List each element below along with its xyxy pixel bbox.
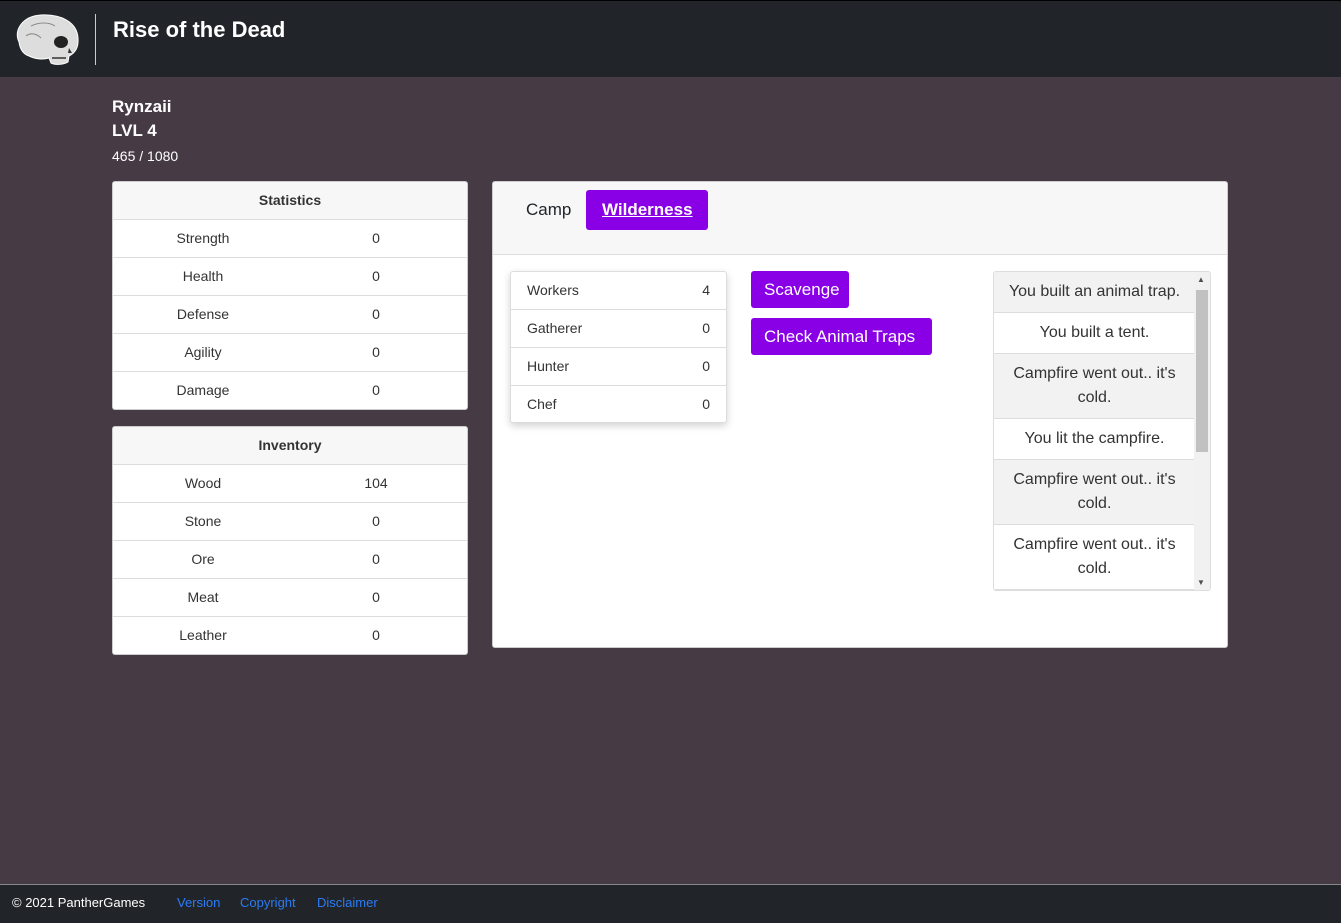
inventory-row-ore: Ore 0 (113, 541, 467, 579)
tab-wilderness[interactable]: Wilderness (586, 190, 708, 230)
worker-row-hunter[interactable]: Hunter 0 (511, 348, 726, 386)
inventory-row-leather: Leather 0 (113, 617, 467, 654)
top-navbar: Rise of the Dead (0, 0, 1341, 77)
tab-bar: Camp Wilderness (493, 182, 1227, 255)
footer-link-copyright[interactable]: Copyright (240, 895, 296, 910)
worker-label: Chef (527, 396, 557, 412)
log-entry: Campfire went out.. it's cold. (994, 354, 1195, 419)
stat-row-health: Health 0 (113, 258, 467, 296)
scavenge-button[interactable]: Scavenge (751, 271, 849, 308)
inventory-row-wood: Wood 104 (113, 465, 467, 503)
inventory-card: Inventory Wood 104 Stone 0 Ore 0 Meat 0 Leat… (112, 426, 468, 655)
footer-link-disclaimer[interactable]: Disclaimer (317, 895, 378, 910)
stat-row-damage: Damage 0 (113, 372, 467, 409)
stat-row-strength: Strength 0 (113, 220, 467, 258)
inventory-value: 104 (364, 475, 388, 491)
stat-value: 0 (372, 268, 380, 284)
tab-camp[interactable]: Camp (510, 190, 587, 230)
log-entry: Campfire went out.. it's cold. (994, 460, 1195, 525)
worker-label: Hunter (527, 358, 570, 374)
log-entry: You lit the campfire. (994, 419, 1195, 460)
inventory-label: Wood (184, 475, 222, 491)
stat-label: Damage (176, 382, 230, 398)
stat-label: Defense (176, 306, 230, 322)
stat-label: Agility (184, 344, 222, 360)
inventory-value: 0 (372, 513, 380, 529)
scrollbar-thumb[interactable] (1196, 290, 1208, 452)
worker-row-workers: Workers 4 (511, 272, 726, 310)
inventory-row-stone: Stone 0 (113, 503, 467, 541)
inventory-label: Stone (184, 513, 222, 529)
footer: © 2021 PantherGames Version Copyright Di… (0, 884, 1341, 923)
worker-label: Gatherer (527, 320, 583, 336)
log-entry: Campfire went out.. it's cold. (994, 525, 1195, 590)
worker-count: 0 (702, 320, 710, 336)
scroll-up-icon[interactable]: ▲ (1197, 275, 1205, 284)
statistics-title: Statistics (113, 182, 467, 220)
footer-copyright: © 2021 PantherGames (12, 895, 146, 910)
inventory-value: 0 (372, 627, 380, 643)
stat-row-agility: Agility 0 (113, 334, 467, 372)
workers-list: Workers 4 Gatherer 0 Hunter 0 Chef 0 (510, 271, 727, 423)
log-entry: You built an animal trap. (994, 272, 1195, 313)
player-xp: 465 / 1080 (112, 148, 179, 164)
inventory-value: 0 (372, 551, 380, 567)
skull-logo-icon[interactable] (11, 12, 81, 66)
stat-label: Strength (176, 230, 230, 246)
worker-count: 0 (702, 358, 710, 374)
footer-link-version[interactable]: Version (177, 895, 220, 910)
stat-value: 0 (372, 382, 380, 398)
stat-value: 0 (372, 230, 380, 246)
nav-divider (95, 14, 96, 65)
main-panel: Camp Wilderness Workers 4 Gatherer 0 Hunte… (492, 181, 1228, 648)
check-animal-traps-button[interactable]: Check Animal Traps (751, 318, 932, 355)
stat-value: 0 (372, 306, 380, 322)
worker-count: 4 (702, 282, 710, 298)
worker-label: Workers (527, 282, 579, 298)
stat-value: 0 (372, 344, 380, 360)
inventory-value: 0 (372, 589, 380, 605)
app-title[interactable]: Rise of the Dead (113, 17, 285, 43)
stat-row-defense: Defense 0 (113, 296, 467, 334)
inventory-label: Ore (191, 551, 215, 567)
player-info: Rynzaii LVL 4 465 / 1080 (112, 95, 178, 168)
worker-row-gatherer[interactable]: Gatherer 0 (511, 310, 726, 348)
stat-label: Health (182, 268, 224, 284)
inventory-label: Leather (179, 627, 227, 643)
player-name: Rynzaii (112, 97, 172, 116)
inventory-row-meat: Meat 0 (113, 579, 467, 617)
event-log[interactable]: You built an animal trap. You built a te… (993, 271, 1211, 591)
log-entry: You built a tent. (994, 313, 1195, 354)
player-level: LVL 4 (112, 121, 157, 140)
log-scrollbar[interactable]: ▲ ▼ (1194, 272, 1210, 590)
worker-row-chef[interactable]: Chef 0 (511, 386, 726, 424)
scroll-down-icon[interactable]: ▼ (1197, 578, 1205, 587)
worker-count: 0 (702, 396, 710, 412)
inventory-label: Meat (187, 589, 219, 605)
inventory-title: Inventory (113, 427, 467, 465)
statistics-card: Statistics Strength 0 Health 0 Defense 0 Ag… (112, 181, 468, 410)
